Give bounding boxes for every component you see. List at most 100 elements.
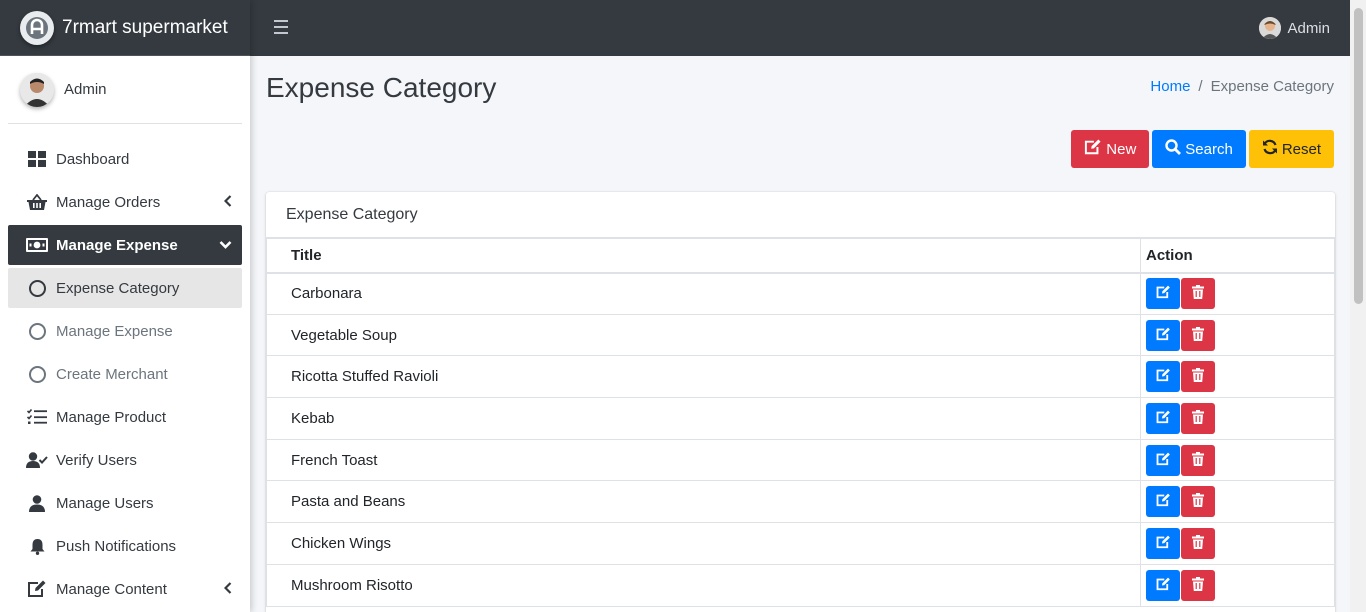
row-title: Vegetable Soup <box>266 313 1141 357</box>
brand-logo-icon <box>20 10 54 45</box>
circle-icon <box>26 321 48 341</box>
row-title: Ricotta Stuffed Ravioli <box>266 355 1141 399</box>
row-title: Kebab <box>266 397 1141 440</box>
sidebar-item-label: Push Notifications <box>56 537 177 555</box>
avatar <box>1259 17 1282 39</box>
expense-category-card: Expense Category Title Action Carbonara V… <box>266 192 1335 612</box>
breadcrumb-home-link[interactable]: Home <box>1150 78 1190 95</box>
row-title: Chicken Wings <box>266 522 1141 565</box>
row-title: French Toast <box>266 438 1141 482</box>
basket-icon <box>26 192 48 212</box>
row-title: Mushroom Risotto <box>266 563 1141 607</box>
sidebar-item-label: Verify Users <box>56 451 137 469</box>
chevron-left-icon <box>223 581 232 598</box>
chevron-down-icon <box>219 237 232 254</box>
sidebar-item-verify-users[interactable]: Verify Users <box>8 440 242 480</box>
edit-button[interactable] <box>1146 278 1180 310</box>
table-row: Mushroom Risotto <box>266 563 1335 607</box>
sidebar-item-label: Manage Users <box>56 494 154 512</box>
reset-button-label: Reset <box>1281 140 1321 158</box>
sidebar-user-name: Admin <box>64 81 107 98</box>
table-row: Ricotta Stuffed Ravioli <box>266 355 1335 399</box>
trash-icon <box>1192 451 1204 469</box>
edit-button[interactable] <box>1146 361 1180 393</box>
breadcrumb-current: Expense Category <box>1210 78 1334 95</box>
money-icon <box>26 235 48 255</box>
delete-button[interactable] <box>1181 361 1215 393</box>
search-button[interactable]: Search <box>1152 130 1246 168</box>
circle-icon <box>26 278 48 298</box>
refresh-icon <box>1262 139 1278 159</box>
user-menu[interactable]: Admin <box>1259 17 1330 39</box>
row-actions <box>1140 272 1335 315</box>
edit-icon <box>26 579 48 599</box>
brand-link[interactable]: 7rmart supermarket <box>0 0 250 56</box>
sidebar-item-label: Manage Orders <box>56 193 161 211</box>
search-button-label: Search <box>1185 140 1233 158</box>
sidebar-item-manage-orders[interactable]: Manage Orders <box>8 182 242 222</box>
search-icon <box>1165 139 1182 159</box>
sidebar-item-manage-expense-sub[interactable]: Manage Expense <box>8 311 242 351</box>
delete-button[interactable] <box>1181 402 1215 434</box>
edit-button[interactable] <box>1146 402 1180 434</box>
trash-icon <box>1192 368 1204 385</box>
sidebar-item-create-merchant[interactable]: Create Merchant <box>8 354 242 394</box>
table-header-row: Title Action <box>266 238 1335 274</box>
trash-icon <box>1192 326 1204 344</box>
row-actions <box>1140 522 1335 565</box>
menu-toggle-icon[interactable] <box>274 20 288 38</box>
edit-icon <box>1156 535 1171 552</box>
edit-button[interactable] <box>1146 527 1180 559</box>
sidebar: 7rmart supermarket Admin Dashboard Manag… <box>0 0 250 612</box>
table-row: Kebab <box>266 397 1335 440</box>
trash-icon <box>1192 285 1204 302</box>
sidebar-item-label: Manage Expense <box>56 236 178 254</box>
scrollbar-thumb[interactable] <box>1354 8 1363 304</box>
table-body: Carbonara Vegetable Soup Ricotta Stuffed R… <box>266 272 1335 607</box>
delete-button[interactable] <box>1181 569 1215 601</box>
sidebar-item-manage-users[interactable]: Manage Users <box>8 483 242 523</box>
reset-button[interactable]: Reset <box>1248 130 1334 168</box>
brand-text: 7rmart supermarket <box>62 16 228 38</box>
sidebar-item-label: Expense Category <box>56 279 180 297</box>
sidebar-nav: Dashboard Manage Orders Manage Expense E… <box>0 139 250 609</box>
user-panel[interactable]: Admin <box>8 56 242 124</box>
new-button-label: New <box>1106 140 1137 158</box>
sidebar-item-expense-category[interactable]: Expense Category <box>8 268 242 308</box>
delete-button[interactable] <box>1181 527 1215 559</box>
row-title: Carbonara <box>266 272 1141 315</box>
action-buttons: New Search Reset <box>1071 130 1334 168</box>
top-user-name: Admin <box>1287 19 1330 37</box>
delete-button[interactable] <box>1181 278 1215 310</box>
sidebar-item-dashboard[interactable]: Dashboard <box>8 139 242 179</box>
edit-icon <box>1156 493 1171 510</box>
trash-icon <box>1192 409 1204 427</box>
delete-button[interactable] <box>1181 319 1215 351</box>
edit-button[interactable] <box>1146 319 1180 351</box>
sidebar-item-manage-expense[interactable]: Manage Expense <box>8 225 242 265</box>
scrollbar[interactable] <box>1350 0 1366 612</box>
edit-button[interactable] <box>1146 486 1180 518</box>
edit-icon <box>1156 410 1171 427</box>
row-actions <box>1140 438 1335 482</box>
sidebar-item-manage-product[interactable]: Manage Product <box>8 397 242 437</box>
breadcrumb: Home / Expense Category <box>1150 78 1334 95</box>
new-button[interactable]: New <box>1071 130 1150 168</box>
delete-button[interactable] <box>1181 444 1215 476</box>
sidebar-item-label: Manage Product <box>56 408 167 426</box>
edit-button[interactable] <box>1146 444 1180 476</box>
circle-icon <box>26 364 48 384</box>
column-header-title: Title <box>266 238 1141 274</box>
column-header-action: Action <box>1140 238 1335 274</box>
row-title: Pasta and Beans <box>266 480 1141 524</box>
sidebar-item-push-notifications[interactable]: Push Notifications <box>8 526 242 566</box>
sidebar-item-manage-content[interactable]: Manage Content <box>8 569 242 609</box>
user-icon <box>26 493 48 513</box>
sidebar-item-label: Manage Content <box>56 580 167 598</box>
delete-button[interactable] <box>1181 486 1215 518</box>
row-actions <box>1140 355 1335 399</box>
edit-button[interactable] <box>1146 569 1180 601</box>
trash-icon <box>1192 576 1204 594</box>
table-row: Vegetable Soup <box>266 313 1335 357</box>
table-row: Carbonara <box>266 272 1335 315</box>
